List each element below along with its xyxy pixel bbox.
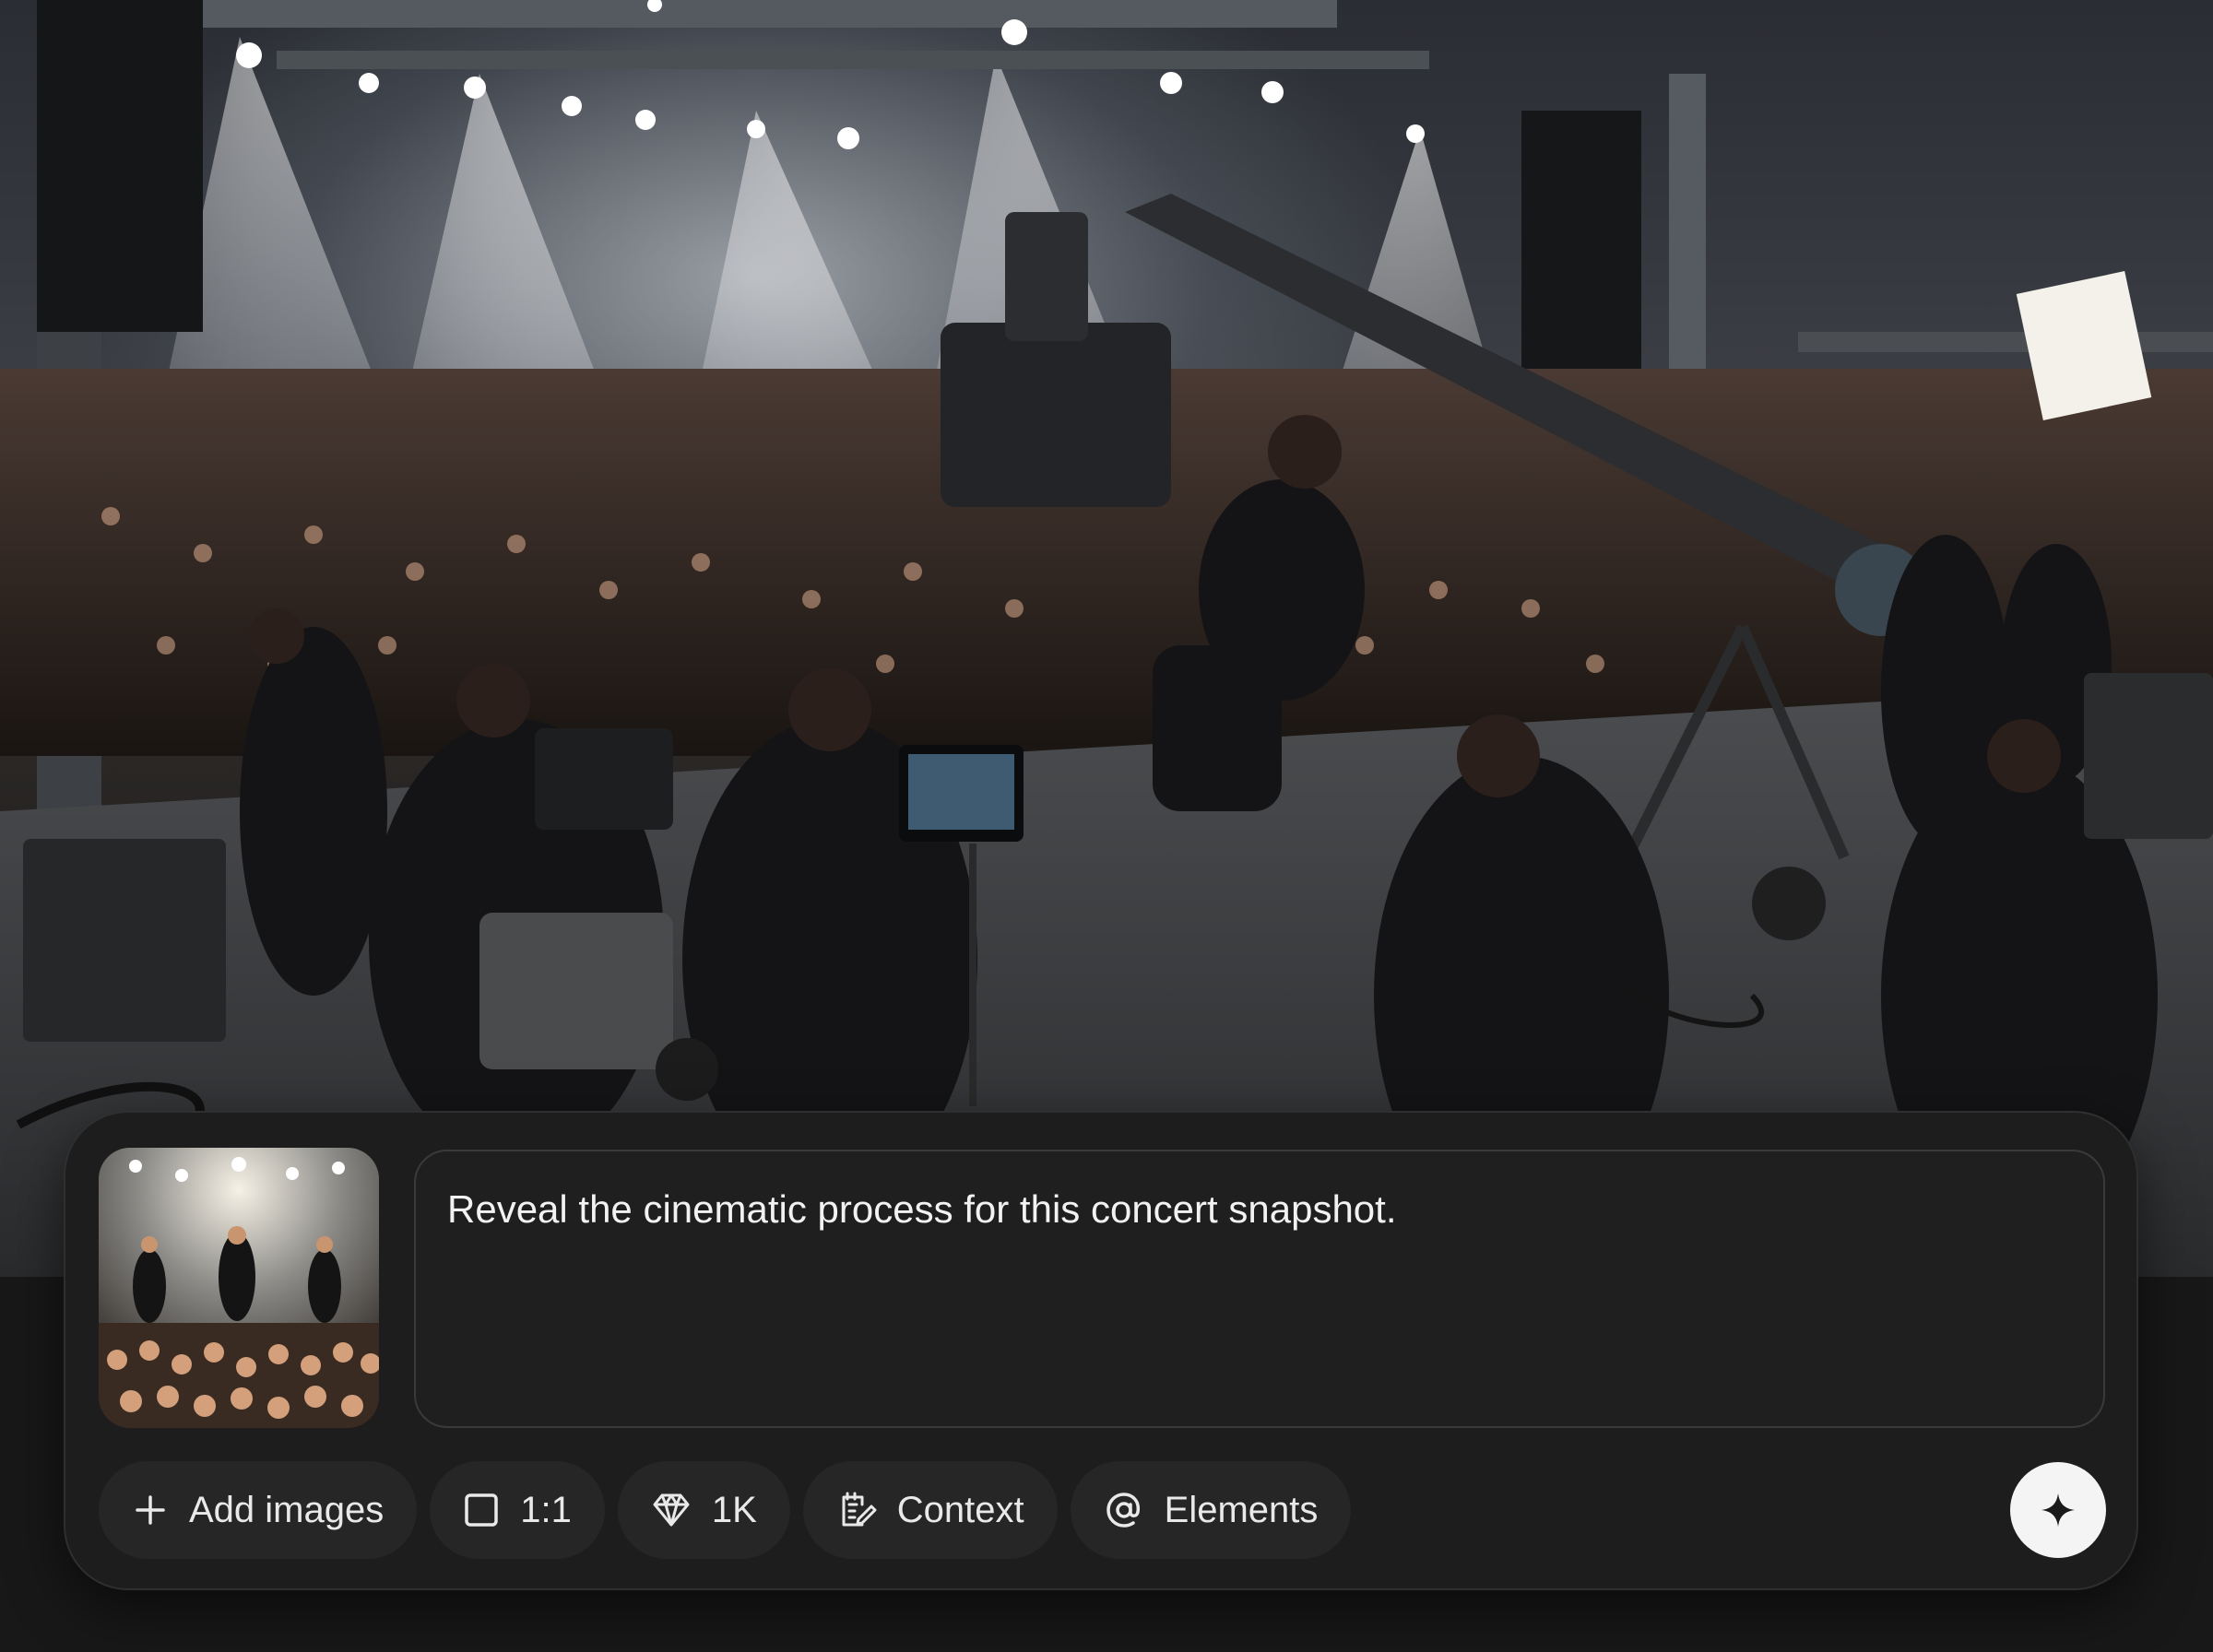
edit-note-icon	[842, 1492, 877, 1527]
prompt-composer: Reveal the cinematic process for this co…	[64, 1111, 2138, 1590]
elements-label: Elements	[1164, 1489, 1319, 1530]
resolution-button[interactable]: 1K	[617, 1461, 790, 1559]
generate-button[interactable]	[2010, 1462, 2106, 1558]
aspect-ratio-label: 1:1	[520, 1489, 572, 1530]
sparkle-icon	[2041, 1493, 2075, 1527]
square-icon	[465, 1493, 498, 1527]
at-sign-icon	[1106, 1493, 1140, 1528]
add-images-button[interactable]: Add images	[99, 1461, 418, 1559]
concert-thumbnail-image	[99, 1148, 379, 1428]
aspect-ratio-button[interactable]: 1:1	[430, 1461, 605, 1559]
add-images-label: Add images	[189, 1489, 385, 1530]
context-label: Context	[896, 1489, 1024, 1530]
prompt-input[interactable]: Reveal the cinematic process for this co…	[414, 1150, 2105, 1428]
background-photo	[0, 0, 2213, 1277]
prompt-text[interactable]: Reveal the cinematic process for this co…	[447, 1186, 2072, 1233]
composer-toolbar: Add images 1:1 1K Context Elements	[99, 1461, 1352, 1559]
reference-image-thumbnail[interactable]	[99, 1148, 379, 1428]
concert-film-set-illustration	[0, 0, 2213, 1277]
context-button[interactable]: Context	[802, 1461, 1058, 1559]
diamond-icon	[653, 1493, 690, 1527]
elements-button[interactable]: Elements	[1070, 1461, 1352, 1559]
resolution-label: 1K	[711, 1489, 757, 1530]
plus-icon	[136, 1495, 165, 1525]
